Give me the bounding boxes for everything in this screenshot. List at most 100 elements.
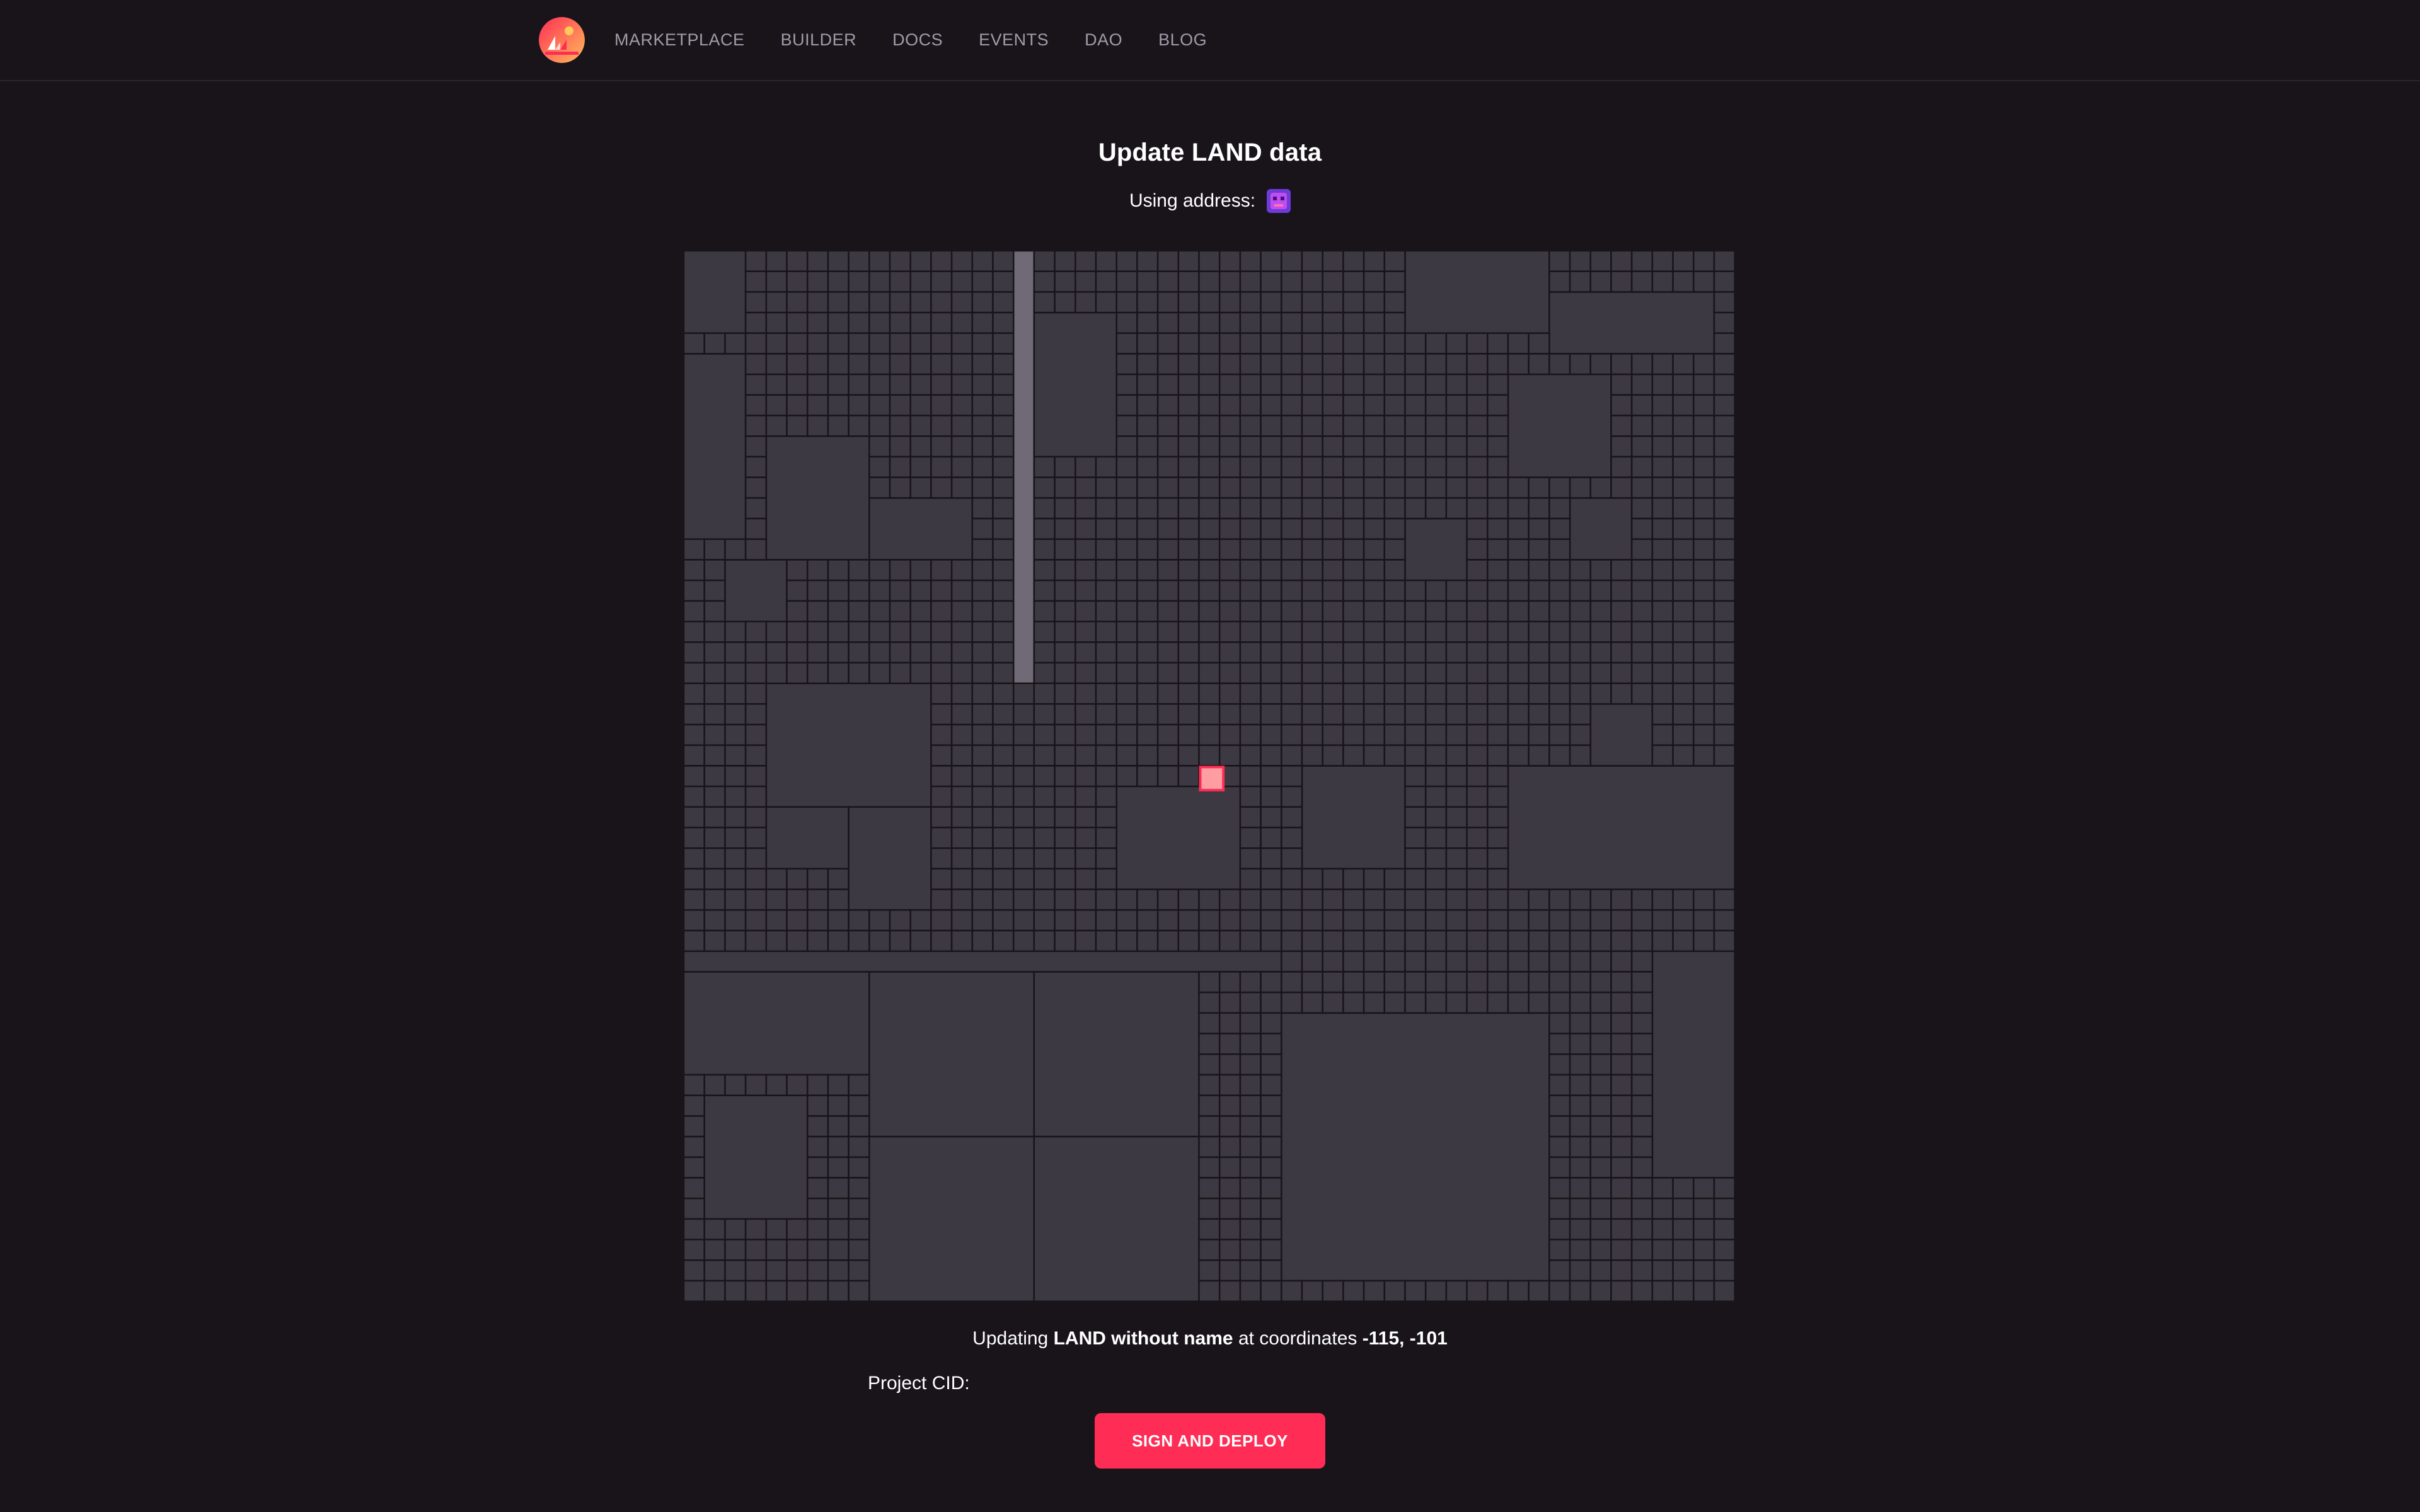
parcel[interactable]: [950, 579, 974, 602]
parcel[interactable]: [1693, 1259, 1715, 1282]
parcel[interactable]: [1301, 455, 1323, 478]
parcel[interactable]: [1693, 579, 1715, 602]
parcel[interactable]: [1466, 559, 1489, 581]
parcel[interactable]: [1569, 1280, 1592, 1302]
parcel[interactable]: [1651, 703, 1674, 726]
parcel[interactable]: [1630, 497, 1654, 520]
parcel[interactable]: [1610, 579, 1633, 602]
parcel[interactable]: [1342, 394, 1365, 416]
parcel[interactable]: [1548, 600, 1571, 622]
parcel[interactable]: [1548, 641, 1571, 664]
parcel[interactable]: [827, 888, 850, 911]
parcel[interactable]: [827, 394, 850, 416]
parcel[interactable]: [1548, 1074, 1571, 1096]
parcel[interactable]: [1672, 415, 1695, 437]
parcel[interactable]: [971, 641, 994, 664]
parcel[interactable]: [1054, 806, 1076, 828]
parcel[interactable]: [950, 723, 974, 747]
parcel[interactable]: [1322, 909, 1344, 932]
parcel[interactable]: [744, 868, 768, 890]
parcel[interactable]: [1095, 270, 1117, 293]
parcel[interactable]: [1054, 868, 1076, 890]
parcel[interactable]: [1239, 703, 1262, 726]
parcel[interactable]: [1548, 888, 1571, 911]
parcel[interactable]: [1239, 1094, 1262, 1117]
parcel[interactable]: [930, 251, 953, 272]
parcel[interactable]: [1630, 1156, 1654, 1179]
parcel[interactable]: [848, 1280, 870, 1302]
parcel[interactable]: [744, 641, 768, 664]
parcel[interactable]: [1363, 394, 1386, 416]
parcel[interactable]: [1528, 723, 1550, 747]
parcel[interactable]: [1260, 971, 1282, 994]
parcel[interactable]: [1445, 600, 1468, 622]
parcel[interactable]: [1136, 888, 1159, 911]
parcel[interactable]: [889, 600, 911, 622]
parcel[interactable]: [868, 909, 891, 932]
parcel[interactable]: [1713, 641, 1735, 664]
parcel[interactable]: [1198, 497, 1221, 520]
parcel[interactable]: [1383, 435, 1406, 458]
parcel[interactable]: [848, 1156, 870, 1179]
parcel[interactable]: [1487, 1280, 1509, 1302]
parcel[interactable]: [1693, 538, 1715, 561]
parcel[interactable]: [848, 1074, 870, 1096]
parcel[interactable]: [1569, 641, 1592, 664]
parcel[interactable]: [1630, 1033, 1654, 1055]
parcel[interactable]: [1363, 311, 1386, 335]
parcel[interactable]: [1507, 579, 1530, 602]
parcel[interactable]: [1363, 559, 1386, 581]
parcel[interactable]: [1218, 1259, 1242, 1282]
parcel[interactable]: [1528, 497, 1550, 520]
parcel[interactable]: [1630, 991, 1654, 1014]
parcel[interactable]: [1342, 497, 1365, 520]
parcel[interactable]: [1548, 991, 1571, 1014]
parcel[interactable]: [1363, 971, 1386, 994]
parcel[interactable]: [1713, 1280, 1735, 1302]
parcel[interactable]: [1218, 991, 1242, 1014]
parcel[interactable]: [1630, 1239, 1654, 1261]
parcel[interactable]: [1528, 991, 1550, 1014]
parcel[interactable]: [724, 827, 747, 849]
parcel[interactable]: [1260, 806, 1282, 828]
parcel[interactable]: [806, 291, 829, 314]
parcel[interactable]: [1487, 579, 1509, 602]
parcel[interactable]: [1218, 1094, 1242, 1117]
parcel[interactable]: [1548, 353, 1571, 375]
nav-builder[interactable]: BUILDER: [781, 30, 857, 50]
parcel[interactable]: [1651, 373, 1674, 396]
parcel[interactable]: [1281, 909, 1303, 932]
parcel[interactable]: [1487, 435, 1509, 458]
parcel[interactable]: [827, 1115, 850, 1138]
parcel[interactable]: [930, 435, 953, 458]
parcel[interactable]: [1589, 1218, 1612, 1240]
parcel[interactable]: [1301, 621, 1323, 643]
parcel[interactable]: [1651, 455, 1674, 478]
parcel[interactable]: [806, 909, 829, 932]
parcel[interactable]: [1239, 1033, 1262, 1055]
parcel[interactable]: [827, 1156, 850, 1179]
nav-marketplace[interactable]: MARKETPLACE: [614, 30, 745, 50]
parcel[interactable]: [1610, 888, 1633, 911]
parcel[interactable]: [1136, 415, 1159, 437]
parcel[interactable]: [889, 641, 911, 664]
parcel[interactable]: [1693, 415, 1715, 437]
parcel[interactable]: [1033, 703, 1056, 726]
parcel[interactable]: [1136, 909, 1159, 932]
parcel[interactable]: [1177, 332, 1200, 355]
parcel[interactable]: [806, 415, 829, 437]
parcel[interactable]: [1054, 662, 1076, 684]
parcel[interactable]: [1156, 435, 1180, 458]
parcel[interactable]: [1466, 538, 1489, 561]
parcel[interactable]: [744, 455, 768, 478]
parcel[interactable]: [1713, 1239, 1735, 1261]
parcel[interactable]: [848, 415, 870, 437]
parcel[interactable]: [1177, 641, 1200, 664]
parcel[interactable]: [1693, 1239, 1715, 1261]
parcel[interactable]: [950, 868, 974, 890]
parcel[interactable]: [1115, 703, 1138, 726]
parcel[interactable]: [1342, 991, 1365, 1014]
parcel[interactable]: [950, 251, 974, 272]
parcel[interactable]: [765, 1280, 788, 1302]
parcel[interactable]: [1260, 1094, 1282, 1117]
